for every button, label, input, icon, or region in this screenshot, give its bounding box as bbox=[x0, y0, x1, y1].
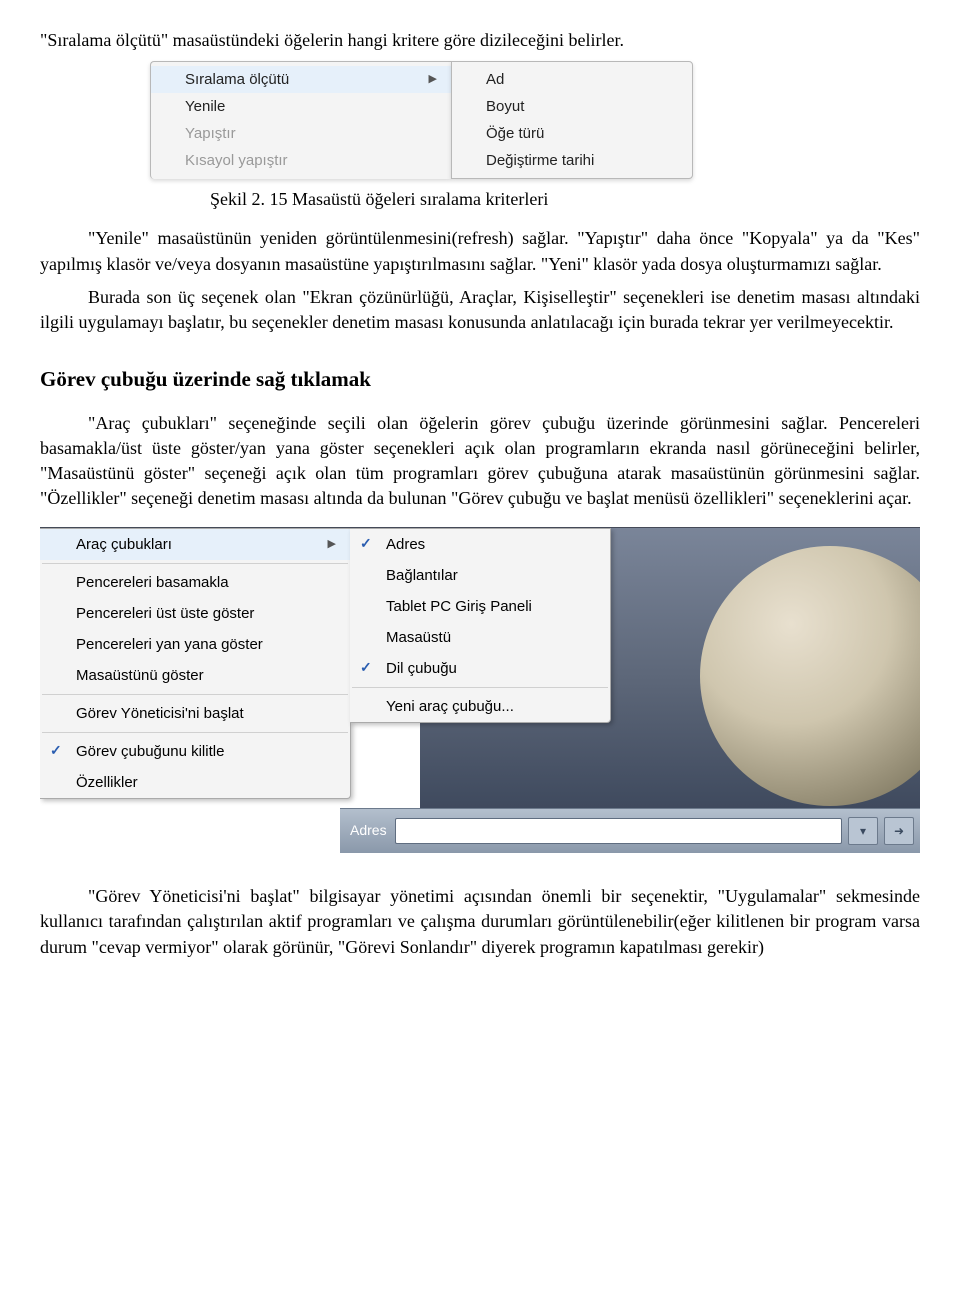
menu-item-show-desktop[interactable]: Masaüstünü göster bbox=[40, 660, 350, 691]
figure-caption-1: Şekil 2. 15 Masaüstü öğeleri sıralama kr… bbox=[40, 187, 920, 212]
paragraph-2a: "Yenile" masaüstünün yeniden görüntülenm… bbox=[40, 226, 920, 276]
submenu-item-type[interactable]: Öğe türü bbox=[452, 120, 692, 147]
menu-item-cascade[interactable]: Pencereleri basamakla bbox=[40, 567, 350, 598]
menu-label: Masaüstünü göster bbox=[76, 665, 204, 686]
menu-label: Pencereleri yan yana göster bbox=[76, 634, 263, 655]
menu-item-properties[interactable]: Özellikler bbox=[40, 767, 350, 798]
check-icon: ✓ bbox=[360, 534, 372, 554]
menu-item-paste-shortcut: Kısayol yapıştır bbox=[151, 147, 451, 171]
submenu-item-links[interactable]: Bağlantılar bbox=[350, 560, 610, 591]
menu-label: Görev Yöneticisi'ni başlat bbox=[76, 703, 244, 724]
menu-label: Sıralama ölçütü bbox=[185, 69, 289, 90]
submenu-item-desktop[interactable]: Masaüstü bbox=[350, 622, 610, 653]
go-button[interactable]: ➜ bbox=[884, 817, 914, 845]
menu-label: Özellikler bbox=[76, 772, 138, 793]
menu-label: Dil çubuğu bbox=[386, 658, 457, 679]
menu-label: Kısayol yapıştır bbox=[185, 150, 288, 171]
menu-label: Yapıştır bbox=[185, 123, 236, 144]
figure-sort-menu: Sıralama ölçütü ▶ Yenile Yapıştır Kısayo… bbox=[150, 61, 920, 179]
dropdown-button[interactable]: ▾ bbox=[848, 817, 878, 845]
menu-item-lock-taskbar[interactable]: ✓ Görev çubuğunu kilitle bbox=[40, 736, 350, 767]
address-label: Adres bbox=[350, 821, 387, 841]
menu-label: Öğe türü bbox=[486, 123, 544, 144]
arrow-icon: ▶ bbox=[328, 537, 336, 552]
menu-label: Değiştirme tarihi bbox=[486, 150, 594, 171]
submenu-item-tablet[interactable]: Tablet PC Giriş Paneli bbox=[350, 591, 610, 622]
submenu-item-address[interactable]: ✓ Adres bbox=[350, 529, 610, 560]
submenu-item-date[interactable]: Değiştirme tarihi bbox=[452, 147, 692, 174]
taskbar-context-menu: Araç çubukları ▶ Pencereleri basamakla P… bbox=[40, 528, 351, 799]
separator bbox=[42, 563, 348, 564]
address-input[interactable] bbox=[395, 818, 842, 844]
separator bbox=[352, 687, 608, 688]
paragraph-3: "Araç çubukları" seçeneğinde seçili olan… bbox=[40, 411, 920, 512]
separator bbox=[42, 694, 348, 695]
menu-label: Pencereleri üst üste göster bbox=[76, 603, 254, 624]
submenu-item-language[interactable]: ✓ Dil çubuğu bbox=[350, 653, 610, 684]
menu-label: Boyut bbox=[486, 96, 524, 117]
menu-label: Yenile bbox=[185, 96, 225, 117]
chevron-down-icon: ▾ bbox=[860, 823, 866, 840]
separator bbox=[42, 732, 348, 733]
menu-label: Yeni araç çubuğu... bbox=[386, 696, 514, 717]
menu-label: Araç çubukları bbox=[76, 534, 172, 555]
submenu-item-new-toolbar[interactable]: Yeni araç çubuğu... bbox=[350, 691, 610, 722]
intro-paragraph: "Sıralama ölçütü" masaüstündeki öğelerin… bbox=[40, 28, 920, 53]
context-menu-left: Sıralama ölçütü ▶ Yenile Yapıştır Kısayo… bbox=[150, 61, 451, 179]
menu-item-toolbars[interactable]: Araç çubukları ▶ bbox=[40, 529, 350, 560]
menu-label: Adres bbox=[386, 534, 425, 555]
menu-item-stacked[interactable]: Pencereleri üst üste göster bbox=[40, 598, 350, 629]
menu-label: Tablet PC Giriş Paneli bbox=[386, 596, 532, 617]
menu-label: Bağlantılar bbox=[386, 565, 458, 586]
figure-taskbar-menu: Araç çubukları ▶ Pencereleri basamakla P… bbox=[40, 527, 920, 858]
menu-item-refresh[interactable]: Yenile bbox=[151, 93, 451, 120]
menu-label: Pencereleri basamakla bbox=[76, 572, 229, 593]
menu-label: Masaüstü bbox=[386, 627, 451, 648]
menu-label: Görev çubuğunu kilitle bbox=[76, 741, 224, 762]
check-icon: ✓ bbox=[360, 658, 372, 678]
context-submenu-right: Ad Boyut Öğe türü Değiştirme tarihi bbox=[451, 61, 693, 179]
menu-item-paste: Yapıştır bbox=[151, 120, 451, 147]
submenu-item-size[interactable]: Boyut bbox=[452, 93, 692, 120]
check-icon: ✓ bbox=[50, 741, 62, 761]
section-heading: Görev çubuğu üzerinde sağ tıklamak bbox=[40, 365, 920, 394]
menu-label: Ad bbox=[486, 69, 504, 90]
taskbar-address-toolbar: Adres ▾ ➜ bbox=[340, 808, 920, 853]
menu-item-side-by-side[interactable]: Pencereleri yan yana göster bbox=[40, 629, 350, 660]
menu-item-task-manager[interactable]: Görev Yöneticisi'ni başlat bbox=[40, 698, 350, 729]
paragraph-2b: Burada son üç seçenek olan "Ekran çözünü… bbox=[40, 285, 920, 335]
toolbars-submenu: ✓ Adres Bağlantılar Tablet PC Giriş Pane… bbox=[350, 528, 611, 723]
submenu-item-name[interactable]: Ad bbox=[452, 66, 692, 93]
arrow-icon: ▶ bbox=[429, 72, 437, 87]
arrow-icon: ➜ bbox=[894, 823, 904, 840]
paragraph-4: "Görev Yöneticisi'ni başlat" bilgisayar … bbox=[40, 884, 920, 960]
menu-item-sort-by[interactable]: Sıralama ölçütü ▶ bbox=[151, 66, 451, 93]
